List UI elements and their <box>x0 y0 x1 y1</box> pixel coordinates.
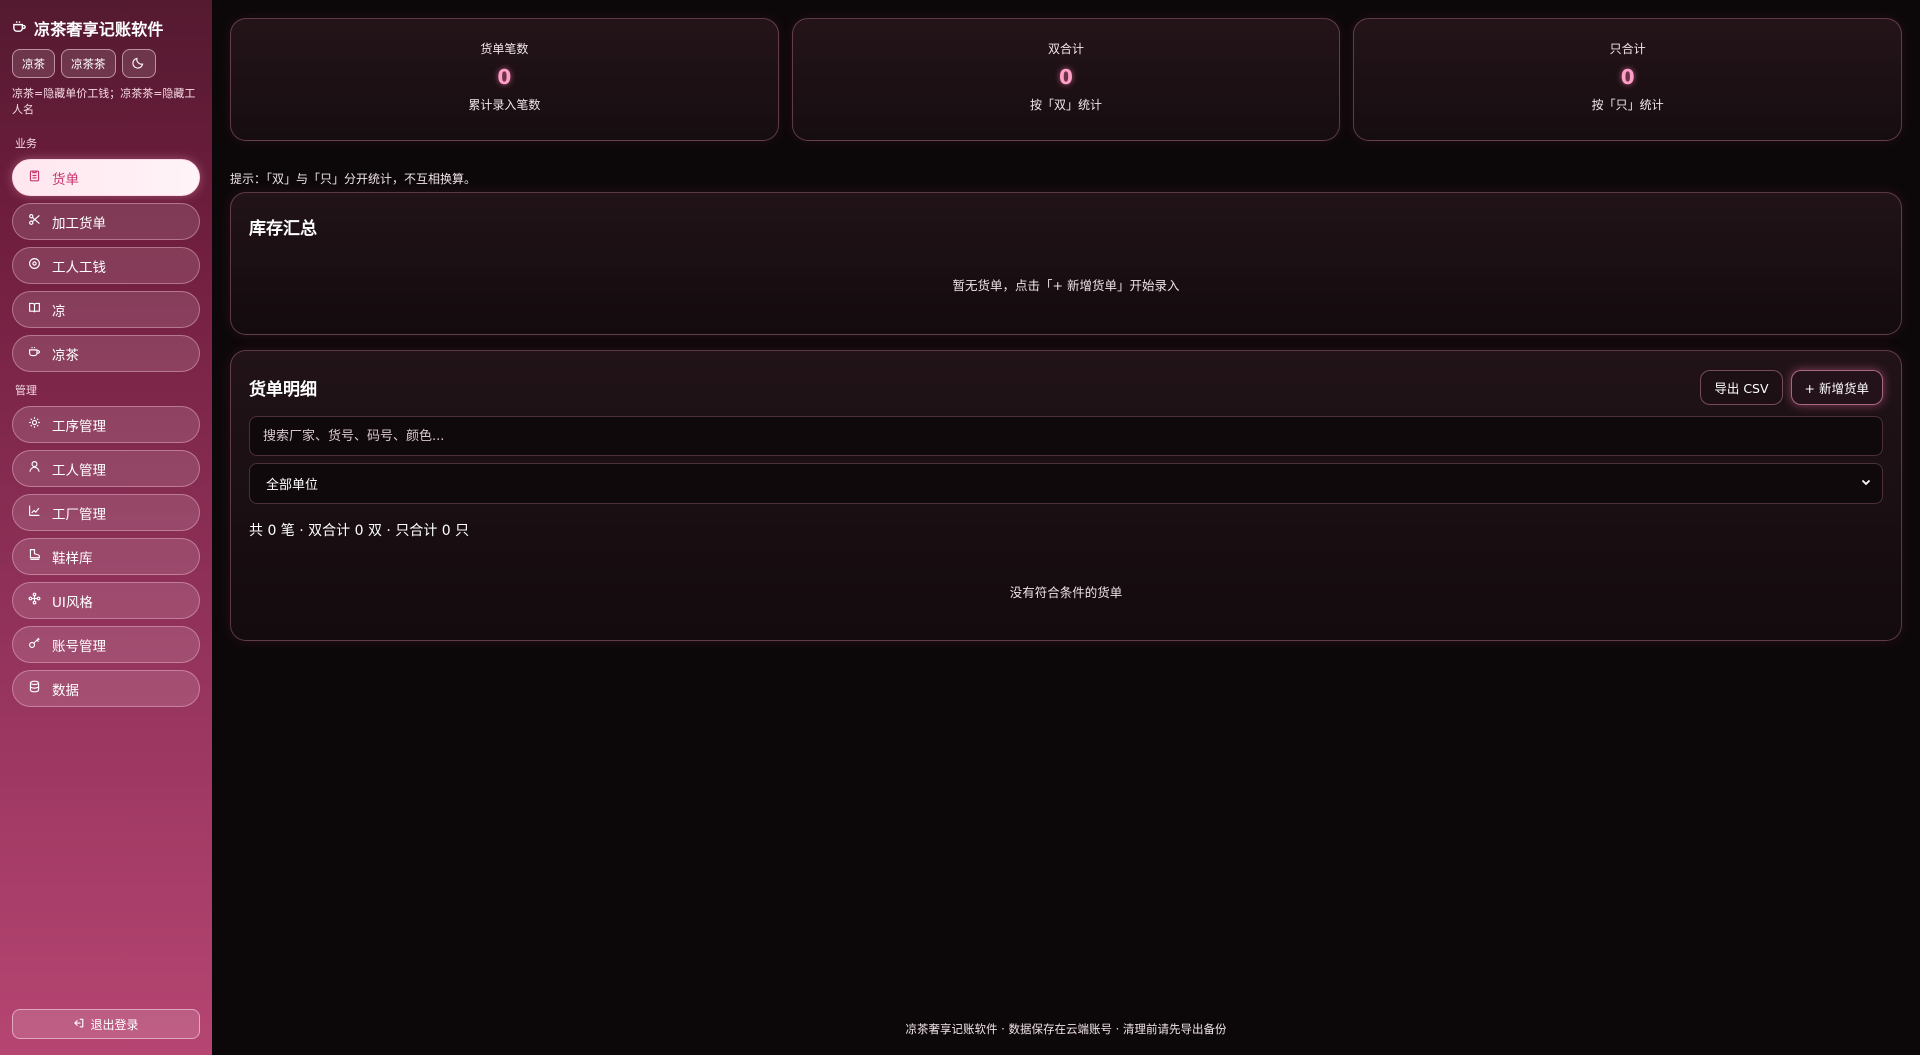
stat-card-order-count: 货单笔数 0 累计录入笔数 <box>230 18 779 141</box>
sidebar-item-liang[interactable]: 凉 <box>12 291 200 328</box>
stat-card-piece-total: 只合计 0 按「只」统计 <box>1353 18 1903 141</box>
footer-note: 凉茶奢享记账软件 · 数据保存在云端账号 · 清理前请先导出备份 <box>905 1022 1227 1036</box>
detail-empty-state: 没有符合条件的货单 <box>1009 585 1123 600</box>
inventory-title: 库存汇总 <box>249 219 317 239</box>
sidebar-item-label: 货单 <box>52 171 79 188</box>
sidebar-item-ui-style[interactable]: UI风格 <box>12 582 200 619</box>
database-icon <box>28 680 41 697</box>
sidebar-item-label: 工人管理 <box>52 462 106 479</box>
coin-icon <box>28 257 41 274</box>
key-icon <box>28 636 41 653</box>
sun-gear-icon <box>28 416 41 433</box>
logout-button[interactable]: 退出登录 <box>12 1009 200 1039</box>
mode-liangchacha-button[interactable]: 凉茶茶 <box>61 49 116 78</box>
brand: 凉茶奢享记账软件 <box>12 17 200 39</box>
add-order-button[interactable]: + 新增货单 <box>1790 369 1883 405</box>
sidebar-item-process-management[interactable]: 工序管理 <box>12 406 200 443</box>
sidebar-item-label: 工人工钱 <box>52 259 106 276</box>
clipboard-icon <box>28 169 41 186</box>
stat-label: 只合计 <box>1609 42 1646 56</box>
user-icon <box>28 460 41 477</box>
factory-icon <box>28 504 41 521</box>
logout-icon <box>73 1017 85 1032</box>
sidebar-item-label: 工序管理 <box>52 418 106 435</box>
main-content: 货单笔数 0 累计录入笔数 双合计 0 按「双」统计 只合计 0 按「只」统计 … <box>212 0 1920 1055</box>
sidebar: 凉茶奢享记账软件 凉茶 凉茶茶 凉茶=隐藏单价工钱；凉茶茶=隐藏工人名 业务 货… <box>0 0 212 1055</box>
theme-toggle-button[interactable] <box>121 49 156 78</box>
unit-tip: 提示：「双」与「只」分开统计，不互相换算。 <box>230 172 477 186</box>
order-detail-panel: 货单明细 导出 CSV + 新增货单 全部单位 共 0 笔 · 双合计 0 双 … <box>230 350 1902 641</box>
book-icon <box>28 301 41 318</box>
stat-label: 货单笔数 <box>480 42 529 56</box>
section-label-business: 业务 <box>15 137 37 150</box>
search-input[interactable] <box>249 416 1883 456</box>
export-csv-button[interactable]: 导出 CSV <box>1700 369 1783 405</box>
stat-value: 0 <box>497 65 512 89</box>
nav-business: 货单 加工货单 工人工钱 凉 凉茶 <box>12 159 200 372</box>
coffee-cup-icon <box>28 345 41 362</box>
stats-row: 货单笔数 0 累计录入笔数 双合计 0 按「双」统计 只合计 0 按「只」统计 <box>230 18 1903 141</box>
sidebar-item-label: 数据 <box>52 682 79 699</box>
stat-card-pair-total: 双合计 0 按「双」统计 <box>791 18 1341 141</box>
scissors-icon <box>28 213 41 230</box>
sidebar-item-label: UI风格 <box>52 594 93 611</box>
detail-actions: 导出 CSV + 新增货单 <box>1700 369 1883 405</box>
sidebar-item-label: 工厂管理 <box>52 506 106 523</box>
chevron-down-icon <box>1860 476 1872 492</box>
shoe-icon <box>28 548 41 565</box>
app-title: 凉茶奢享记账软件 <box>34 20 164 39</box>
sidebar-item-label: 加工货单 <box>52 215 106 232</box>
app-root: 凉茶奢享记账软件 凉茶 凉茶茶 凉茶=隐藏单价工钱；凉茶茶=隐藏工人名 业务 货… <box>0 0 1920 1055</box>
logout-label: 退出登录 <box>90 1017 139 1032</box>
sidebar-item-processing-orders[interactable]: 加工货单 <box>12 203 200 240</box>
detail-summary: 共 0 笔 · 双合计 0 双 · 只合计 0 只 <box>249 523 470 539</box>
nav-management: 工序管理 工人管理 工厂管理 鞋样库 UI风格 账号管理 数据 <box>12 406 200 707</box>
sidebar-item-orders[interactable]: 货单 <box>12 159 200 196</box>
sidebar-item-worker-wages[interactable]: 工人工钱 <box>12 247 200 284</box>
sidebar-item-label: 鞋样库 <box>52 550 93 567</box>
sidebar-item-account-management[interactable]: 账号管理 <box>12 626 200 663</box>
sidebar-item-liangcha[interactable]: 凉茶 <box>12 335 200 372</box>
section-label-management: 管理 <box>15 384 37 397</box>
inventory-summary-panel: 库存汇总 暂无货单，点击「+ 新增货单」开始录入 <box>230 192 1902 335</box>
privacy-mode-group: 凉茶 凉茶茶 <box>12 49 200 78</box>
moon-icon <box>132 56 145 72</box>
sidebar-item-label: 凉茶 <box>52 347 79 364</box>
detail-header: 货单明细 导出 CSV + 新增货单 <box>249 369 1883 405</box>
sidebar-item-shoe-library[interactable]: 鞋样库 <box>12 538 200 575</box>
stat-subtitle: 累计录入笔数 <box>468 98 541 112</box>
sidebar-item-worker-management[interactable]: 工人管理 <box>12 450 200 487</box>
detail-title: 货单明细 <box>249 379 317 400</box>
sidebar-item-label: 凉 <box>52 303 66 320</box>
sidebar-item-label: 账号管理 <box>52 638 106 655</box>
sidebar-item-factory-management[interactable]: 工厂管理 <box>12 494 200 531</box>
mode-liangcha-button[interactable]: 凉茶 <box>12 49 55 78</box>
stat-subtitle: 按「双」统计 <box>1030 98 1103 112</box>
palette-icon <box>28 592 41 609</box>
stat-value: 0 <box>1059 65 1073 89</box>
inventory-empty-state: 暂无货单，点击「+ 新增货单」开始录入 <box>952 278 1180 293</box>
unit-filter-value: 全部单位 <box>266 478 319 493</box>
privacy-mode-hint: 凉茶=隐藏单价工钱；凉茶茶=隐藏工人名 <box>12 87 196 116</box>
stat-label: 双合计 <box>1048 42 1085 56</box>
stat-subtitle: 按「只」统计 <box>1591 98 1664 112</box>
sidebar-item-data[interactable]: 数据 <box>12 670 200 707</box>
unit-filter-select[interactable]: 全部单位 <box>249 463 1883 504</box>
coffee-cup-icon <box>12 19 27 38</box>
stat-value: 0 <box>1620 65 1635 89</box>
